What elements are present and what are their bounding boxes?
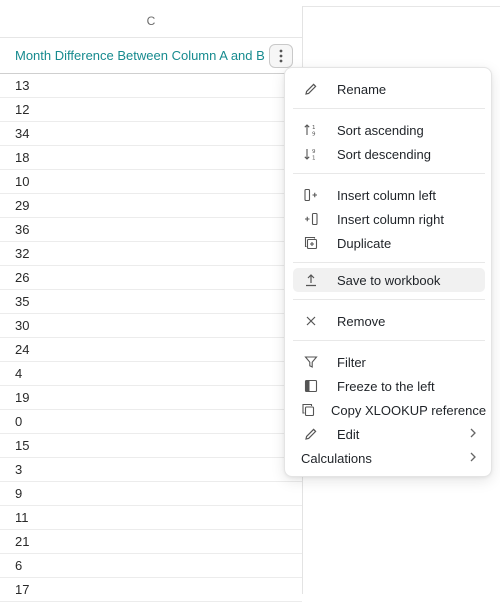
svg-text:9: 9: [312, 132, 316, 138]
sort-ascending-icon: 1 9: [301, 122, 321, 138]
insert-column-left-icon: [301, 187, 321, 203]
svg-text:9: 9: [312, 149, 316, 155]
menu-item-save-to-workbook[interactable]: Save to workbook: [293, 268, 485, 292]
menu-item-sort-descending[interactable]: 9 1 Sort descending: [293, 142, 485, 166]
menu-item-label: Freeze to the left: [337, 378, 435, 394]
filter-icon: [301, 354, 321, 370]
menu-item-label: Save to workbook: [337, 272, 441, 288]
menu-item-label: Rename: [337, 81, 387, 97]
menu-item-label: Copy XLOOKUP reference: [331, 402, 487, 418]
table-cell[interactable]: 34: [0, 122, 302, 146]
table-cell[interactable]: 29: [0, 194, 302, 218]
menu-item-insert-column-right[interactable]: Insert column right: [293, 207, 485, 231]
table-cell[interactable]: 12: [0, 98, 302, 122]
column-letter: C: [0, 6, 302, 38]
menu-item-label: Sort descending: [337, 146, 431, 162]
column-menu-button[interactable]: [269, 44, 293, 68]
column-context-menu: Rename 1 9 Sort ascending 9 1 Sort desce…: [284, 67, 492, 477]
column-header[interactable]: Month Difference Between Column A and B: [0, 38, 302, 74]
upload-icon: [301, 272, 321, 288]
menu-item-duplicate[interactable]: Duplicate: [293, 231, 485, 255]
spreadsheet-column: C Month Difference Between Column A and …: [0, 6, 303, 602]
table-cell[interactable]: 0: [0, 410, 302, 434]
table-cell[interactable]: 19: [0, 386, 302, 410]
menu-divider: [293, 173, 485, 174]
table-cell[interactable]: 35: [0, 290, 302, 314]
menu-item-label: Calculations: [301, 450, 372, 466]
pencil-icon: [301, 81, 321, 97]
menu-item-calculations[interactable]: Calculations: [293, 446, 485, 470]
menu-divider: [293, 262, 485, 263]
table-cell[interactable]: 17: [0, 578, 302, 602]
menu-item-rename[interactable]: Rename: [293, 77, 485, 101]
table-cell[interactable]: 21: [0, 530, 302, 554]
menu-item-label: Sort ascending: [337, 122, 424, 138]
svg-text:1: 1: [312, 156, 316, 162]
menu-item-insert-column-left[interactable]: Insert column left: [293, 183, 485, 207]
menu-item-filter[interactable]: Filter: [293, 350, 485, 374]
menu-divider: [293, 299, 485, 300]
table-cell[interactable]: 6: [0, 554, 302, 578]
column-cells: 13 12 34 18 10 29 36 32 26 35 30 24 4 19 0 15 3 9 11 21 6 17: [0, 74, 302, 602]
menu-item-label: Insert column right: [337, 211, 444, 227]
menu-item-sort-ascending[interactable]: 1 9 Sort ascending: [293, 118, 485, 142]
insert-column-right-icon: [301, 211, 321, 227]
close-icon: [301, 313, 321, 329]
table-cell[interactable]: 30: [0, 314, 302, 338]
chevron-right-icon: [470, 428, 476, 438]
chevron-right-icon: [470, 452, 476, 462]
menu-item-label: Remove: [337, 313, 386, 329]
table-cell[interactable]: 11: [0, 506, 302, 530]
menu-divider: [293, 340, 485, 341]
table-cell[interactable]: 26: [0, 266, 302, 290]
table-cell[interactable]: 32: [0, 242, 302, 266]
menu-item-label: Filter: [337, 354, 366, 370]
table-cell[interactable]: 9: [0, 482, 302, 506]
sort-descending-icon: 9 1: [301, 146, 321, 162]
menu-item-copy-xlookup-reference[interactable]: Copy XLOOKUP reference: [293, 398, 487, 422]
menu-item-remove[interactable]: Remove: [293, 309, 485, 333]
table-cell[interactable]: 13: [0, 74, 302, 98]
table-cell[interactable]: 4: [0, 362, 302, 386]
table-cell[interactable]: 24: [0, 338, 302, 362]
menu-item-label: Duplicate: [337, 235, 392, 251]
table-cell[interactable]: 10: [0, 170, 302, 194]
copy-icon: [301, 402, 315, 418]
table-cell[interactable]: 36: [0, 218, 302, 242]
table-cell[interactable]: 18: [0, 146, 302, 170]
more-vertical-icon: [279, 49, 283, 63]
menu-item-label: Insert column left: [337, 187, 436, 203]
pencil-icon: [301, 426, 321, 442]
svg-text:1: 1: [312, 125, 316, 131]
menu-item-label: Edit: [337, 426, 360, 442]
column-header-title: Month Difference Between Column A and B: [15, 48, 265, 63]
table-cell[interactable]: 3: [0, 458, 302, 482]
menu-divider: [293, 108, 485, 109]
duplicate-icon: [301, 235, 321, 251]
freeze-column-icon: [301, 378, 321, 394]
table-cell[interactable]: 15: [0, 434, 302, 458]
menu-item-edit[interactable]: Edit: [293, 422, 485, 446]
menu-item-freeze-to-the-left[interactable]: Freeze to the left: [293, 374, 485, 398]
